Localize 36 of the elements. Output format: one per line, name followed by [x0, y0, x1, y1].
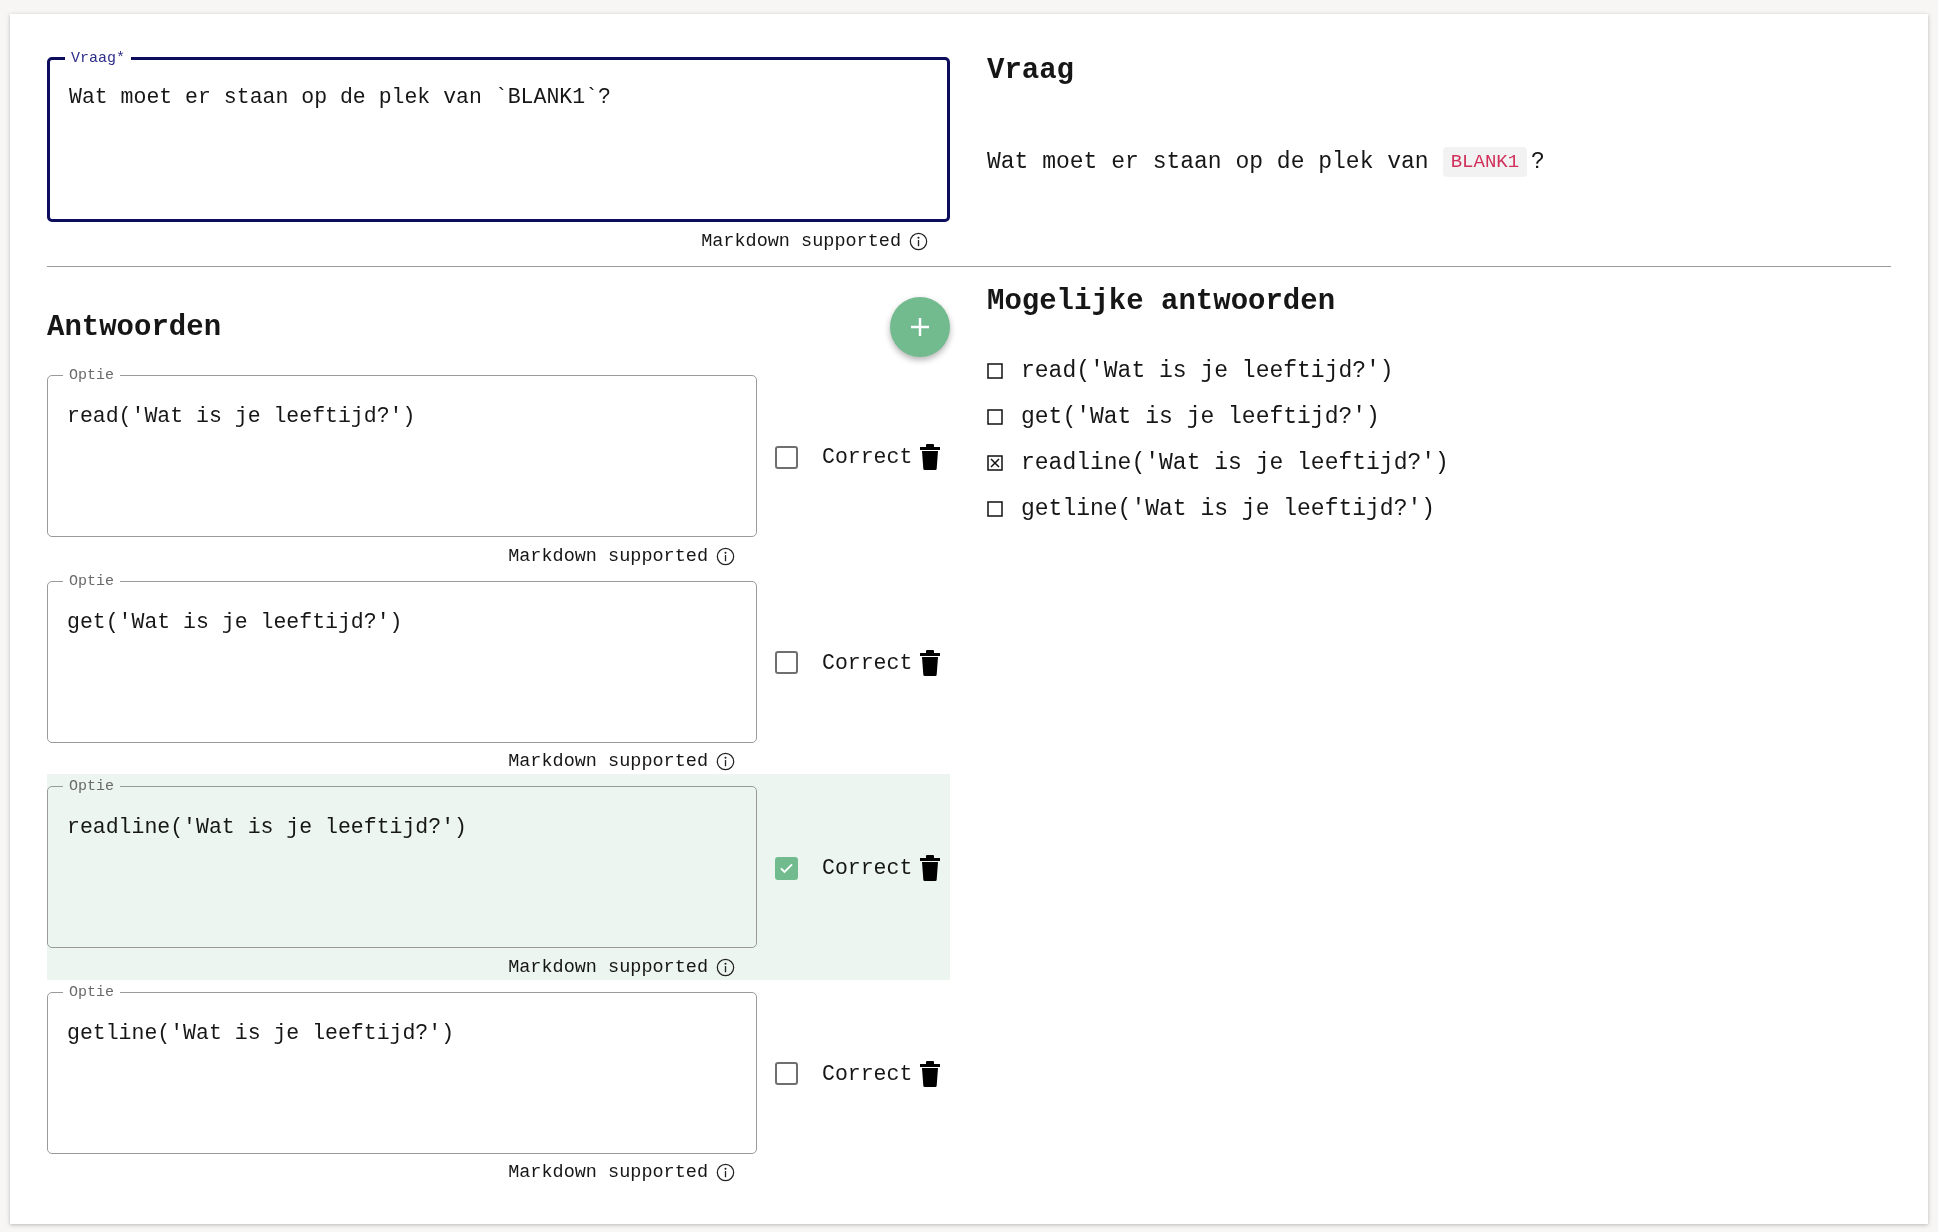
info-icon — [716, 957, 735, 977]
delete-icon[interactable] — [920, 649, 941, 676]
question-field[interactable]: Vraag* Wat moet er staan op de plek van `BLANK1`? — [47, 50, 950, 222]
markdown-hint: Markdown supported — [508, 1162, 708, 1183]
answer-field[interactable]: Optie get('Wat is je leeftijd?') — [47, 572, 757, 743]
delete-icon[interactable] — [920, 855, 941, 881]
markdown-hint: Markdown supported — [701, 230, 901, 252]
answer-field[interactable]: Optie read('Wat is je leeftijd?') — [47, 367, 757, 537]
preview-title: Vraag — [987, 54, 1075, 87]
correct-label: Correct — [822, 650, 913, 675]
answer-field[interactable]: Optie readline('Wat is je leeftijd?') — [47, 778, 757, 948]
info-icon — [716, 752, 735, 771]
correct-checkbox[interactable] — [775, 445, 798, 469]
info-icon — [716, 1163, 735, 1182]
question-preview-text: Wat moet er staan op de plek van BLANK1 ? — [987, 147, 1546, 177]
correct-label: Correct — [822, 856, 913, 880]
answer-field[interactable]: Optie getline('Wat is je leeftijd?') — [47, 983, 757, 1154]
possible-answer-text: getline('Wat is je leeftijd?') — [1021, 496, 1436, 522]
plus-icon — [908, 315, 932, 339]
possible-answer-text: get('Wat is je leeftijd?') — [1021, 404, 1380, 430]
markdown-hint: Markdown supported — [508, 956, 708, 978]
info-icon — [909, 231, 928, 251]
markdown-hint: Markdown supported — [508, 545, 708, 567]
correct-checkbox[interactable] — [775, 856, 798, 880]
correct-checkbox[interactable] — [775, 1062, 798, 1085]
possible-answers-title: Mogelijke antwoorden — [987, 285, 1337, 318]
delete-icon[interactable] — [920, 1060, 941, 1087]
info-icon — [716, 546, 735, 566]
delete-icon[interactable] — [920, 444, 941, 470]
possible-answer-text: readline('Wat is je leeftijd?') — [1021, 450, 1449, 476]
correct-checkbox[interactable] — [775, 651, 798, 674]
correct-label: Correct — [822, 445, 913, 469]
possible-answer-text: read('Wat is je leeftijd?') — [1021, 358, 1394, 384]
answers-title: Antwoorden — [47, 311, 222, 344]
correct-label: Correct — [822, 1061, 913, 1086]
markdown-hint: Markdown supported — [508, 751, 708, 772]
